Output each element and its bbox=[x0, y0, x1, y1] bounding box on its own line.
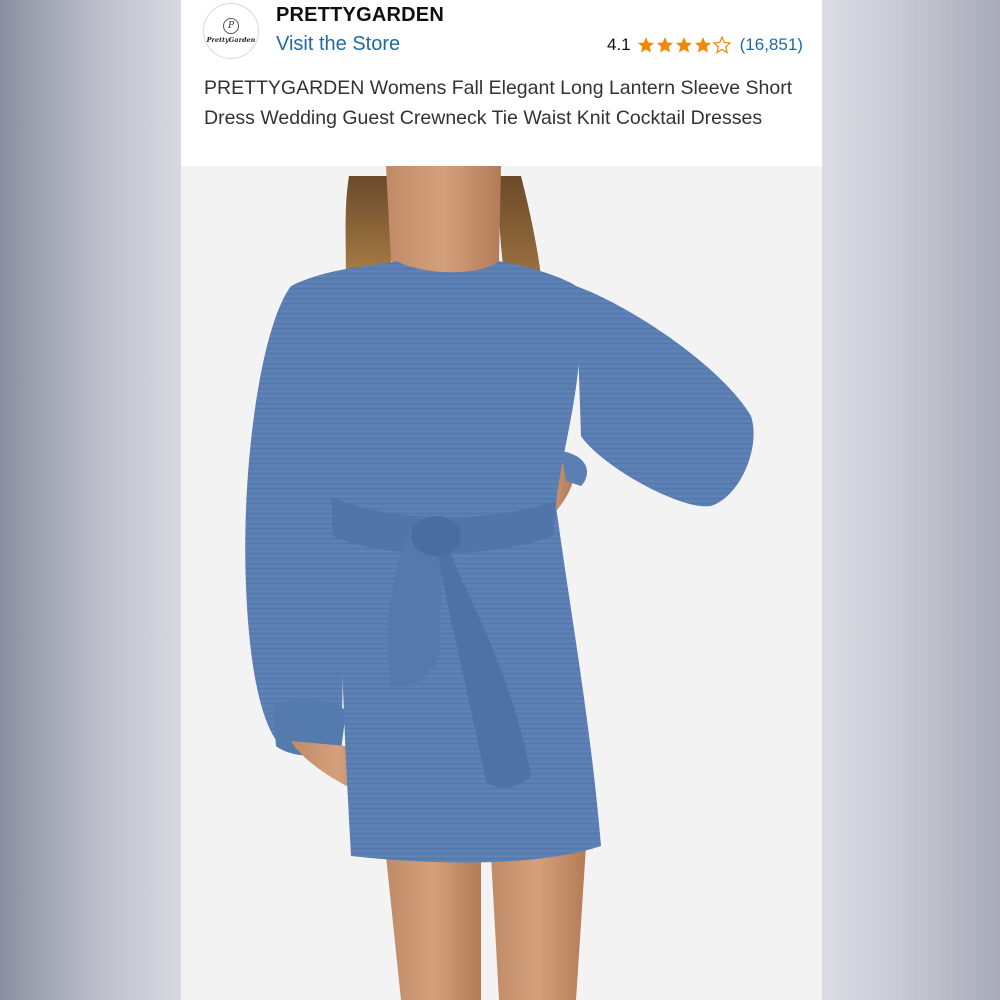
store-logo-text: PrettyGarden bbox=[206, 36, 256, 44]
product-photo[interactable] bbox=[181, 166, 822, 1000]
star-full-icon bbox=[694, 37, 711, 53]
star-full-icon bbox=[656, 37, 673, 53]
product-header: P PrettyGarden PRETTYGARDEN Visit the St… bbox=[181, 0, 822, 166]
product-title: PRETTYGARDEN Womens Fall Elegant Long La… bbox=[204, 77, 793, 129]
star-full-icon bbox=[637, 37, 654, 53]
rating-value: 4.1 bbox=[607, 35, 631, 54]
store-logo[interactable]: P PrettyGarden bbox=[203, 3, 259, 59]
background-right bbox=[822, 0, 1000, 1000]
model-neck bbox=[386, 166, 501, 274]
visit-store-link[interactable]: Visit the Store bbox=[276, 33, 400, 56]
rating-count-link[interactable]: (16,851) bbox=[740, 35, 803, 55]
star-empty-icon bbox=[712, 36, 731, 54]
store-name: PRETTYGARDEN bbox=[276, 4, 444, 26]
rating-summary[interactable]: 4.1 (16,851) bbox=[607, 34, 803, 56]
product-listing-panel: P PrettyGarden PRETTYGARDEN Visit the St… bbox=[181, 0, 822, 1000]
logo-monogram-icon: P bbox=[223, 18, 239, 34]
star-full-icon bbox=[675, 37, 692, 53]
star-rating[interactable] bbox=[637, 36, 732, 54]
